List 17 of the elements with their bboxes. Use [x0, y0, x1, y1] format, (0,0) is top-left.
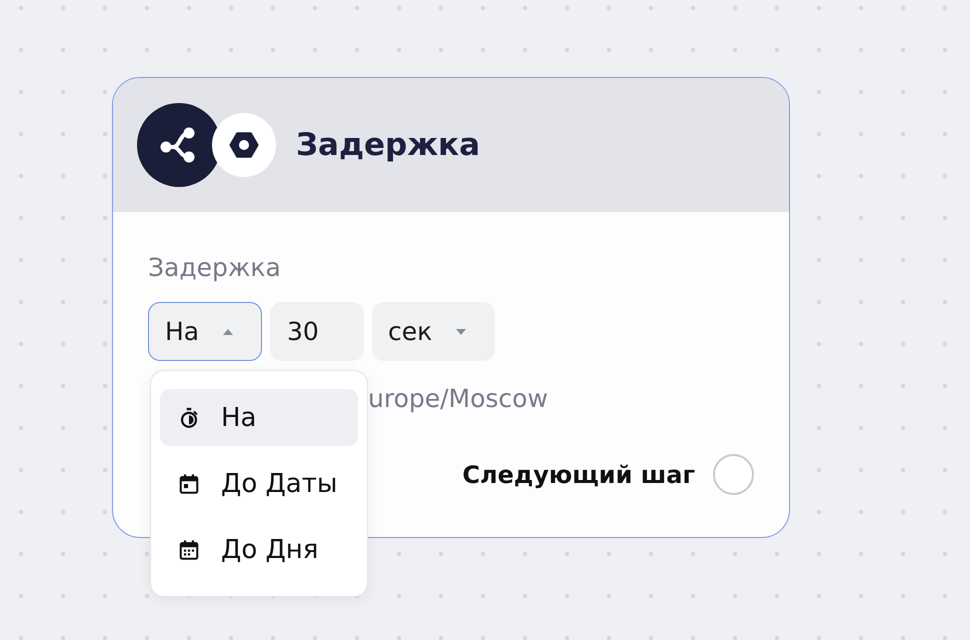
timezone-text: urope/Moscow [368, 384, 548, 414]
menu-item[interactable]: На [160, 389, 358, 446]
hex-nut-icon [212, 113, 276, 177]
menu-item[interactable]: До Даты [160, 455, 358, 512]
node-title: Задержка [296, 127, 480, 163]
calendar-grid-icon [178, 538, 200, 560]
unit-select[interactable]: сек [372, 302, 495, 361]
caret-down-icon [456, 328, 466, 334]
calendar-icon [178, 472, 200, 494]
caret-up-icon [223, 328, 233, 334]
field-label: Задержка [148, 253, 281, 283]
amount-field[interactable]: 30 [270, 302, 364, 361]
next-step-label: Следующий шаг [462, 460, 695, 488]
mode-select[interactable]: На [148, 302, 262, 361]
radio-button[interactable] [713, 454, 754, 495]
stopwatch-icon [178, 406, 200, 428]
menu-item[interactable]: До Дня [160, 521, 358, 578]
